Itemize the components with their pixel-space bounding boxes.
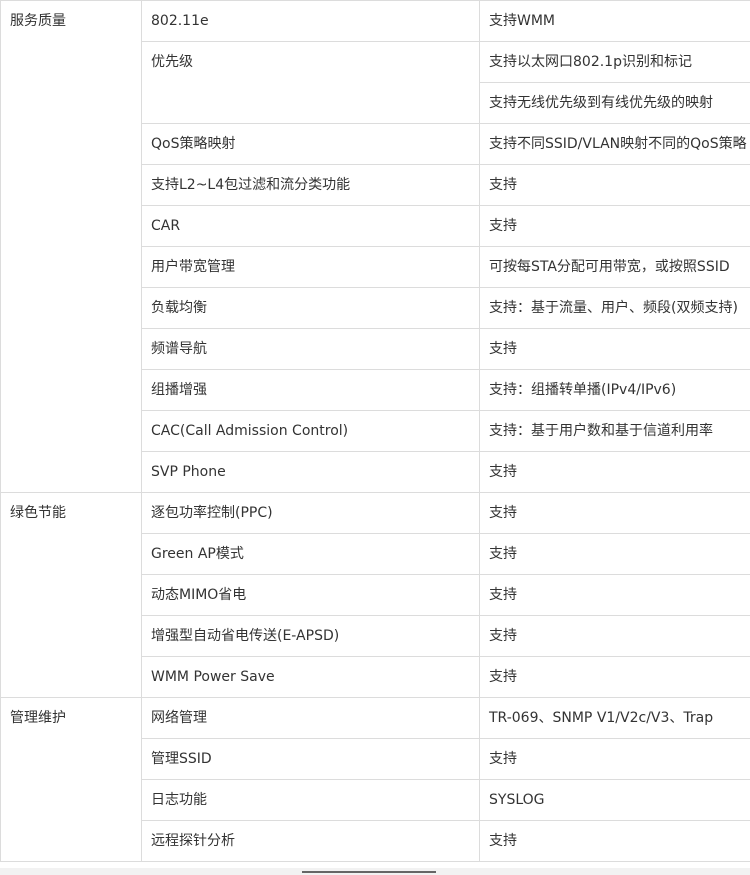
horizontal-scrollbar[interactable] xyxy=(0,868,750,875)
category-cell: 管理维护 xyxy=(0,697,142,862)
feature-cell: 频谱导航 xyxy=(141,328,480,370)
feature-cell: 增强型自动省电传送(E-APSD) xyxy=(141,615,480,657)
spec-table: 服务质量 802.11e 支持WMM 优先级 支持以太网口802.1p识别和标记 支持无线… xyxy=(0,0,750,862)
feature-cell: 逐包功率控制(PPC) xyxy=(141,492,480,534)
category-cell: 服务质量 xyxy=(0,0,142,493)
support-cell: 支持：基于用户数和基于信道利用率 xyxy=(479,410,750,452)
feature-cell: WMM Power Save xyxy=(141,656,480,698)
support-cell: 支持 xyxy=(479,451,750,493)
support-cell: 支持 xyxy=(479,574,750,616)
feature-cell: 管理SSID xyxy=(141,738,480,780)
support-cell: 支持 xyxy=(479,164,750,206)
support-cell: 支持 xyxy=(479,656,750,698)
support-cell: 支持 xyxy=(479,615,750,657)
support-cell: 可按每STA分配可用带宽，或按照SSID xyxy=(479,246,750,288)
feature-cell: SVP Phone xyxy=(141,451,480,493)
table-row: 绿色节能 逐包功率控制(PPC) 支持 xyxy=(0,492,750,698)
feature-cell: 802.11e xyxy=(141,0,480,42)
feature-cell: CAC(Call Admission Control) xyxy=(141,410,480,452)
feature-cell: QoS策略映射 xyxy=(141,123,480,165)
feature-cell: 日志功能 xyxy=(141,779,480,821)
spec-table-body: 服务质量 802.11e 支持WMM 优先级 支持以太网口802.1p识别和标记 支持无线… xyxy=(0,0,750,862)
feature-cell: 组播增强 xyxy=(141,369,480,411)
support-cell: 支持WMM xyxy=(479,0,750,42)
support-cell: 支持：基于流量、用户、频段(双频支持) xyxy=(479,287,750,329)
feature-cell: Green AP模式 xyxy=(141,533,480,575)
support-cell: 支持 xyxy=(479,738,750,780)
feature-cell: 动态MIMO省电 xyxy=(141,574,480,616)
support-cell: 支持 xyxy=(479,205,750,247)
support-cell: 支持不同SSID/VLAN映射不同的QoS策略 xyxy=(479,123,750,165)
support-cell: TR-069、SNMP V1/V2c/V3、Trap xyxy=(479,697,750,739)
support-cell: 支持 xyxy=(479,492,750,534)
category-cell: 绿色节能 xyxy=(0,492,142,698)
support-cell: SYSLOG xyxy=(479,779,750,821)
support-cell: 支持 xyxy=(479,533,750,575)
scrollbar-thumb[interactable] xyxy=(302,871,436,873)
support-cell: 支持无线优先级到有线优先级的映射 xyxy=(479,82,750,124)
feature-cell: 网络管理 xyxy=(141,697,480,739)
table-row: 服务质量 802.11e 支持WMM xyxy=(0,0,750,493)
feature-cell: 远程探针分析 xyxy=(141,820,480,862)
feature-cell: 优先级 xyxy=(141,41,480,124)
support-cell: 支持 xyxy=(479,820,750,862)
feature-cell: 用户带宽管理 xyxy=(141,246,480,288)
feature-cell: 负载均衡 xyxy=(141,287,480,329)
feature-cell: CAR xyxy=(141,205,480,247)
support-cell: 支持以太网口802.1p识别和标记 xyxy=(479,41,750,83)
support-cell: 支持 xyxy=(479,328,750,370)
feature-cell: 支持L2~L4包过滤和流分类功能 xyxy=(141,164,480,206)
support-cell: 支持：组播转单播(IPv4/IPv6) xyxy=(479,369,750,411)
table-row: 管理维护 网络管理 TR-069、SNMP V1/V2c/V3、Trap xyxy=(0,697,750,862)
